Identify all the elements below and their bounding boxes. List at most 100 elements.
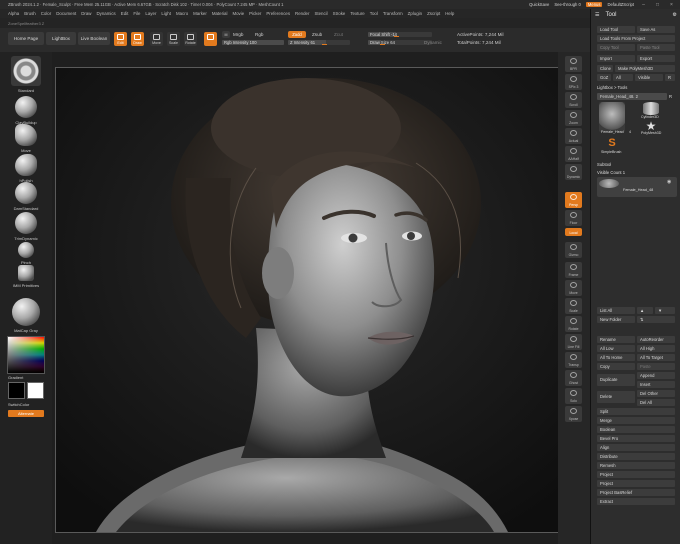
spix-button[interactable]: SPix 3	[565, 74, 582, 90]
menu-stencil[interactable]: Stencil	[314, 11, 327, 16]
bpr-button[interactable]: BPR	[565, 56, 582, 72]
lightbox-button[interactable]: LightBox	[46, 32, 76, 45]
default-zscript-button[interactable]: DefaultZScript	[607, 2, 634, 7]
material-matcap-gray[interactable]: MatCap Gray	[8, 298, 44, 333]
xpose-button[interactable]: Xpose	[565, 406, 582, 422]
see-through-slider[interactable]: See-through 0	[554, 2, 581, 7]
settings-gear-icon[interactable]: ⚙	[673, 12, 677, 18]
menu-marker[interactable]: Marker	[193, 11, 207, 16]
goz-r-button[interactable]: R	[665, 74, 675, 81]
quicksave-button[interactable]: QuickSave	[529, 2, 549, 7]
delete-button[interactable]: Delete	[597, 391, 635, 403]
close-icon[interactable]: ×	[667, 2, 676, 8]
aahalf-button[interactable]: AAHalf	[565, 146, 582, 162]
distribute-section[interactable]: Distribute	[597, 453, 675, 460]
project-section-2[interactable]: Project	[597, 480, 675, 487]
subtool-eye-icon[interactable]: ◉	[667, 179, 671, 185]
copy-subtool-button[interactable]: Copy	[597, 363, 635, 370]
brush-move[interactable]: Move	[8, 124, 44, 153]
clone-button[interactable]: Clone	[597, 65, 613, 72]
brush-damstandard[interactable]: DamStandard	[8, 182, 44, 211]
boolean-section[interactable]: Boolean	[597, 426, 675, 433]
menu-help[interactable]: Help	[445, 11, 454, 16]
gizmo-button[interactable]: Gizmo	[565, 242, 582, 258]
duplicate-button[interactable]: Duplicate	[597, 374, 635, 386]
goz-visible-button[interactable]: Visible	[635, 74, 663, 81]
load-tool-button[interactable]: Load Tool	[597, 26, 635, 33]
z-intensity-slider[interactable]: Z Intensity 61	[288, 40, 350, 45]
menu-layer[interactable]: Layer	[145, 11, 156, 16]
all-to-home-button[interactable]: All To Home	[597, 354, 635, 361]
all-low-button[interactable]: All Low	[597, 345, 635, 352]
rgb-toggle[interactable]: Rgb	[255, 32, 263, 37]
solo-button[interactable]: Solo	[565, 388, 582, 404]
menu-brush[interactable]: Brush	[24, 11, 35, 16]
focal-shift-slider[interactable]: Focal Shift -14	[368, 32, 432, 37]
current-tool-r[interactable]: R	[669, 94, 672, 99]
menu-document[interactable]: Document	[56, 11, 76, 16]
rename-button[interactable]: Rename	[597, 336, 635, 343]
import-button[interactable]: Import	[597, 55, 635, 62]
move-up-arrow-icon[interactable]: ▲	[637, 307, 653, 314]
minimize-icon[interactable]: –	[639, 2, 648, 8]
tool-thumb-female-head[interactable]	[599, 102, 625, 132]
del-all-button[interactable]: Del All	[637, 399, 675, 406]
project-basrelief-section[interactable]: Project BasRelief	[597, 489, 675, 496]
subtool-section-header[interactable]: Subtool	[597, 162, 611, 167]
save-as-button[interactable]: Save As	[637, 26, 675, 33]
goz-all-button[interactable]: All	[613, 74, 633, 81]
zcut-toggle[interactable]: Zcut	[334, 32, 343, 37]
rotate-view-button[interactable]: Rotate	[565, 316, 582, 332]
edit-mode-button[interactable]: Edit	[114, 32, 127, 46]
persp-button[interactable]: Persp	[565, 192, 582, 208]
main-color-swatch[interactable]	[8, 382, 25, 399]
new-folder-button[interactable]: New Folder	[597, 316, 635, 323]
list-all-button[interactable]: List All	[597, 307, 635, 314]
brush-claybuildup[interactable]: ClayBuildup	[8, 96, 44, 125]
all-to-target-button[interactable]: All To Target	[637, 354, 675, 361]
maximize-icon[interactable]: □	[653, 2, 662, 8]
menu-transform[interactable]: Transform	[383, 11, 403, 16]
project-section[interactable]: Project	[597, 471, 675, 478]
brush-pinch[interactable]: Pinch	[8, 242, 44, 265]
paste-subtool-button[interactable]: Paste	[637, 363, 675, 370]
line-fill-button[interactable]: Line Fill	[565, 334, 582, 350]
align-section[interactable]: Align	[597, 444, 675, 451]
dynamic-toggle[interactable]: Dynamic	[424, 40, 442, 45]
brush-imm-primitives[interactable]: IMM Primitives	[8, 265, 44, 288]
draw-mode-button[interactable]: Draw	[131, 32, 144, 46]
menu-draw[interactable]: Draw	[81, 11, 91, 16]
paste-tool-button[interactable]: Paste Tool	[637, 44, 675, 51]
menu-stroke[interactable]: Stroke	[333, 11, 346, 16]
menu-zscript[interactable]: Zscript	[427, 11, 440, 16]
live-boolean-button[interactable]: Live Boolean	[78, 32, 110, 45]
scroll-button[interactable]: Scroll	[565, 92, 582, 108]
zsub-toggle[interactable]: Zsub	[312, 32, 322, 37]
transp-button[interactable]: Transp	[565, 352, 582, 368]
move-mode-button[interactable]: Move	[150, 32, 163, 46]
palette-icon[interactable]: ☰	[595, 12, 599, 18]
remesh-section[interactable]: Remesh	[597, 462, 675, 469]
menu-texture[interactable]: Texture	[350, 11, 364, 16]
menu-tool[interactable]: Tool	[370, 11, 378, 16]
bevel-pro-section[interactable]: Bevel Pro	[597, 435, 675, 442]
frame-button[interactable]: Frame	[565, 262, 582, 278]
rgb-intensity-slider[interactable]: Rgb Intensity 100	[222, 40, 284, 45]
document-canvas[interactable]	[52, 52, 579, 544]
subtool-row[interactable]: Female_Head_48 ◉	[597, 177, 677, 197]
zadd-toggle[interactable]: Zadd	[288, 31, 306, 38]
scale-view-button[interactable]: Scale	[565, 298, 582, 314]
material-sphere-button[interactable]	[204, 32, 217, 46]
alternate-button[interactable]: Alternate	[8, 410, 44, 417]
move-down-arrow-icon[interactable]: ▼	[655, 307, 675, 314]
goz-button[interactable]: GoZ	[597, 74, 611, 81]
current-tool-slider[interactable]: Female_Head_48. 2	[597, 93, 667, 100]
zoom-button[interactable]: Zoom	[565, 110, 582, 126]
menu-picker[interactable]: Picker	[249, 11, 261, 16]
autoreorder-button[interactable]: AutoReorder	[637, 336, 675, 343]
make-polymesh3d-button[interactable]: Make PolyMesh3D	[615, 65, 675, 72]
floor-button[interactable]: Floor	[565, 210, 582, 226]
menu-edit[interactable]: Edit	[121, 11, 129, 16]
home-page-button[interactable]: Home Page	[8, 32, 44, 45]
move-view-button[interactable]: Move	[565, 280, 582, 296]
